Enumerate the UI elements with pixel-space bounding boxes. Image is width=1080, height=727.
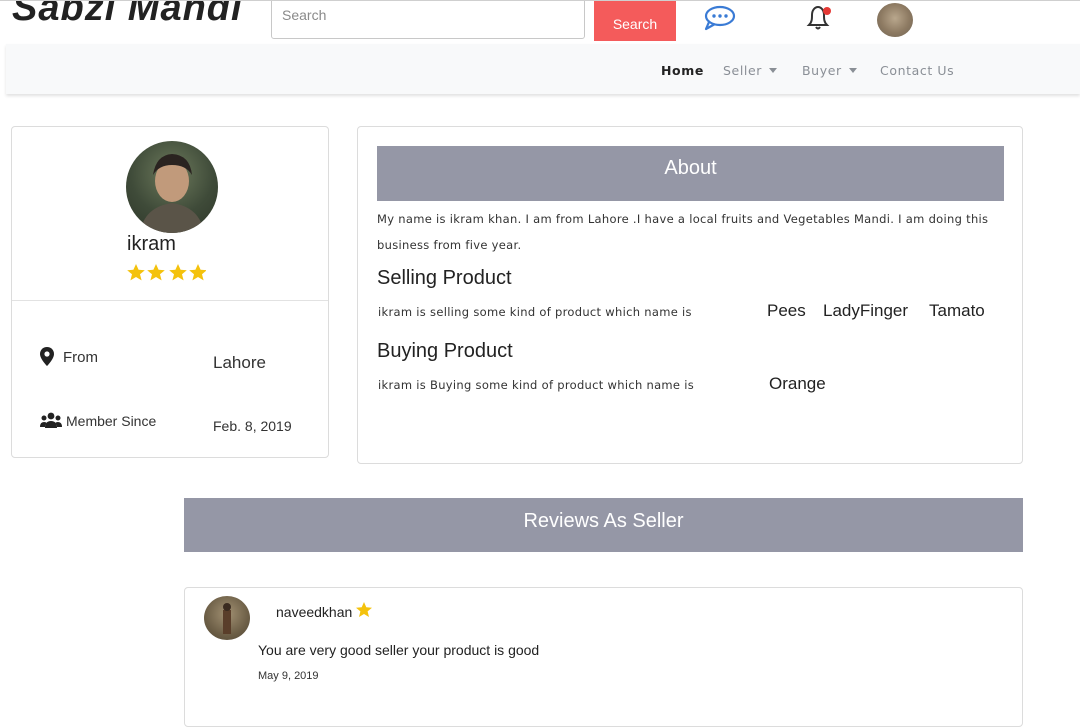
reviewer-name[interactable]: naveedkhan <box>276 604 352 620</box>
user-avatar[interactable] <box>877 3 913 37</box>
buying-heading: Buying Product <box>377 340 513 362</box>
nav-seller[interactable]: Seller <box>723 63 778 78</box>
star-icon <box>169 264 187 281</box>
reviewer-avatar <box>204 596 250 640</box>
chevron-down-icon <box>769 68 778 73</box>
search-button[interactable]: Search <box>594 1 676 41</box>
profile-name: ikram <box>127 233 176 255</box>
about-header: About <box>377 146 1004 201</box>
top-header: Sabzi Mandi Search <box>0 0 1080 45</box>
divider <box>12 300 328 301</box>
from-label: From <box>63 349 98 366</box>
selling-product: Pees <box>767 301 806 320</box>
star-icon <box>356 602 372 617</box>
member-since-value: Feb. 8, 2019 <box>213 418 292 434</box>
search-input[interactable] <box>271 1 585 39</box>
nav-home[interactable]: Home <box>661 63 704 78</box>
main-navbar: Home Seller Buyer Contact Us <box>6 44 1080 94</box>
buying-sentence: ikram is Buying some kind of product whi… <box>378 378 695 392</box>
profile-avatar <box>126 141 218 233</box>
review-card: naveedkhan You are very good seller your… <box>184 587 1023 727</box>
star-icon <box>189 264 206 281</box>
brand-logo[interactable]: Sabzi Mandi <box>12 1 243 30</box>
notification-dot <box>823 7 831 15</box>
chevron-down-icon <box>848 68 857 73</box>
star-icon <box>147 264 165 281</box>
nav-contact-us[interactable]: Contact Us <box>880 63 954 78</box>
rating-stars <box>127 264 206 281</box>
profile-card: ikram From Lahore Member Since Feb. 8, 2… <box>11 126 329 458</box>
selling-product: LadyFinger <box>823 301 909 320</box>
chat-icon[interactable] <box>703 5 737 31</box>
reviews-header: Reviews As Seller <box>184 498 1023 552</box>
about-card: About My name is ikram khan. I am from L… <box>357 126 1023 464</box>
nav-buyer[interactable]: Buyer <box>802 63 857 78</box>
bell-icon[interactable] <box>805 5 833 31</box>
member-since-label: Member Since <box>66 413 157 429</box>
users-icon <box>40 412 62 428</box>
review-text: You are very good seller your product is… <box>258 642 540 658</box>
selling-sentence: ikram is selling some kind of product wh… <box>378 305 692 319</box>
star-icon <box>127 264 145 281</box>
selling-heading: Selling Product <box>377 267 512 289</box>
map-marker-icon <box>40 347 54 366</box>
selling-product: Tamato <box>929 301 985 320</box>
from-value: Lahore <box>213 353 266 372</box>
buying-product: Orange <box>769 374 826 393</box>
about-text: My name is ikram khan. I am from Lahore … <box>377 212 989 252</box>
review-date: May 9, 2019 <box>258 670 319 682</box>
